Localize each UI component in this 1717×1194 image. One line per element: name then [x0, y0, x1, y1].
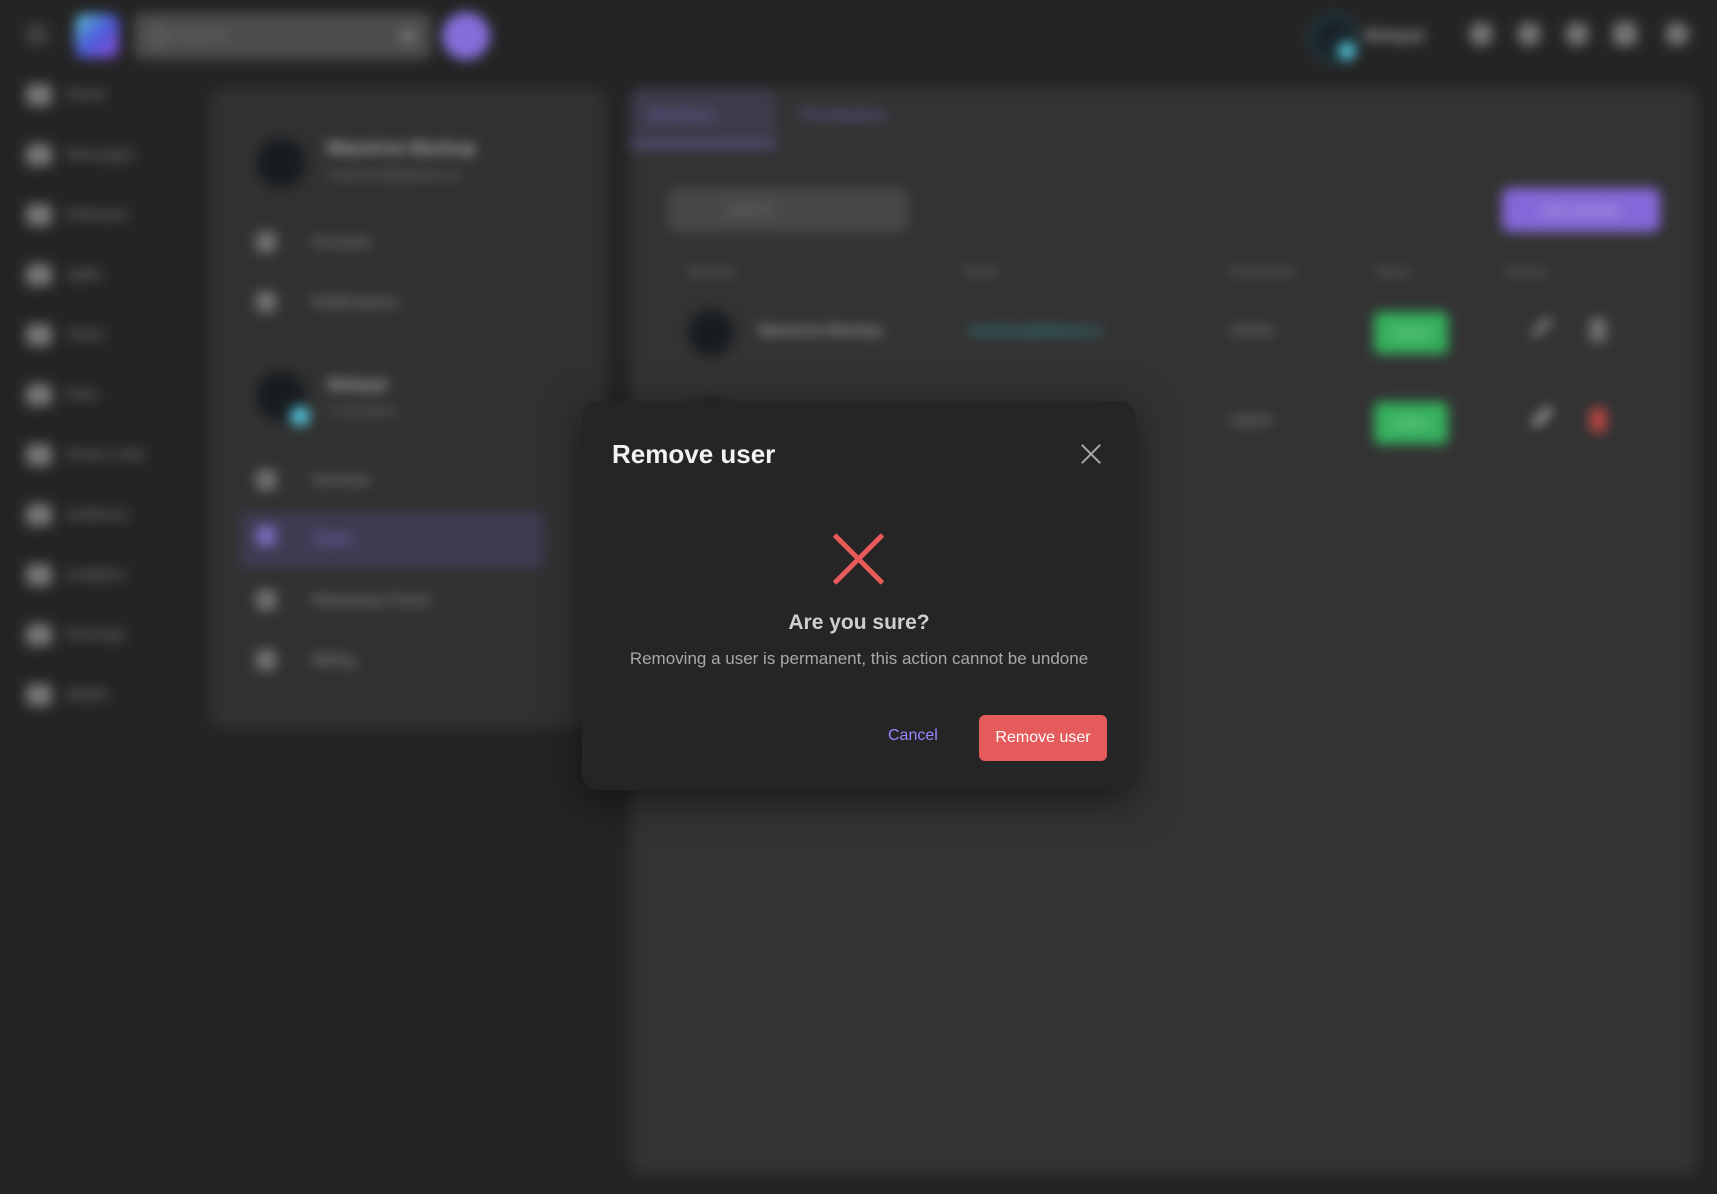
cancel-button[interactable]: Cancel	[888, 715, 938, 757]
dialog-question: Are you sure?	[788, 611, 930, 634]
remove-user-dialog: Remove user Are you sure? Removing a use…	[582, 401, 1136, 790]
close-icon[interactable]	[1080, 443, 1102, 465]
remove-user-button[interactable]: Remove user	[979, 715, 1107, 761]
dialog-title: Remove user	[612, 439, 776, 469]
dialog-message: Removing a user is permanent, this actio…	[629, 649, 1089, 668]
error-x-icon	[833, 533, 885, 585]
